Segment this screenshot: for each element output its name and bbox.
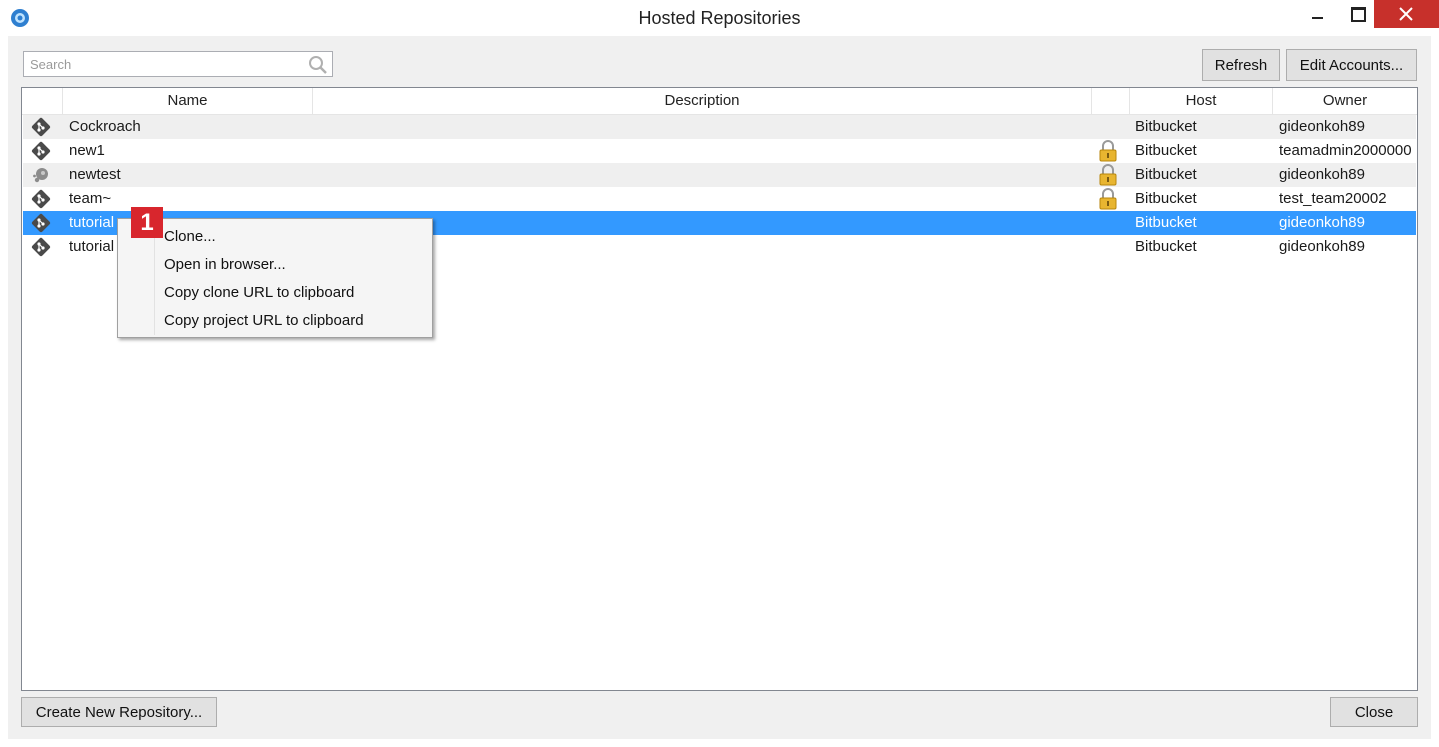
header-name[interactable]: Name xyxy=(63,88,313,114)
lock-icon xyxy=(1099,140,1117,162)
table-row[interactable]: newtest Bitbucket gideonkoh89 xyxy=(23,163,1416,187)
repo-owner: gideonkoh89 xyxy=(1279,118,1365,135)
close-button[interactable]: Close xyxy=(1330,697,1418,727)
title-bar: Hosted Repositories xyxy=(0,0,1439,36)
repo-owner: teamadmin2000000 xyxy=(1279,142,1412,159)
window-close-button[interactable] xyxy=(1374,0,1439,28)
lock-icon xyxy=(1099,188,1117,210)
minimize-button[interactable] xyxy=(1296,0,1340,28)
header-owner[interactable]: Owner xyxy=(1273,88,1417,114)
repo-owner: gideonkoh89 xyxy=(1279,166,1365,183)
git-icon xyxy=(31,117,51,137)
header-icon-column[interactable] xyxy=(22,88,63,114)
header-lock-column[interactable] xyxy=(1092,88,1130,114)
repo-host: Bitbucket xyxy=(1135,166,1197,183)
menu-item-clone[interactable]: Clone... xyxy=(120,223,430,251)
edit-accounts-button[interactable]: Edit Accounts... xyxy=(1286,49,1417,81)
window-title: Hosted Repositories xyxy=(638,8,801,28)
menu-item-open-in-browser[interactable]: Open in browser... xyxy=(120,251,430,279)
git-icon xyxy=(31,237,51,257)
context-menu: Clone... Open in browser... Copy clone U… xyxy=(117,218,433,338)
git-icon xyxy=(31,141,51,161)
git-icon xyxy=(31,189,51,209)
repo-owner: test_team20002 xyxy=(1279,190,1387,207)
repo-name: team~ xyxy=(69,190,112,207)
table-row[interactable]: team~ Bitbucket test_team20002 xyxy=(23,187,1416,211)
header-host[interactable]: Host xyxy=(1130,88,1273,114)
repo-host: Bitbucket xyxy=(1135,142,1197,159)
repo-owner: gideonkoh89 xyxy=(1279,214,1365,231)
menu-item-copy-clone-url[interactable]: Copy clone URL to clipboard xyxy=(120,279,430,307)
mercurial-icon xyxy=(33,168,48,183)
repo-host: Bitbucket xyxy=(1135,214,1197,231)
table-row[interactable]: new1 Bitbucket teamadmin2000000 xyxy=(23,139,1416,163)
search-icon xyxy=(309,56,327,74)
menu-item-copy-project-url[interactable]: Copy project URL to clipboard xyxy=(120,307,430,335)
list-header: Name Description Host Owner xyxy=(22,88,1417,115)
create-new-repository-button[interactable]: Create New Repository... xyxy=(21,697,217,727)
repo-host: Bitbucket xyxy=(1135,118,1197,135)
repo-host: Bitbucket xyxy=(1135,238,1197,255)
repo-host: Bitbucket xyxy=(1135,190,1197,207)
repo-name: Cockroach xyxy=(69,118,141,135)
search-input[interactable] xyxy=(24,52,316,76)
step-callout-badge: 1 xyxy=(131,207,163,238)
close-icon xyxy=(1399,7,1413,21)
repo-name: newtest xyxy=(69,166,121,183)
lock-icon xyxy=(1099,164,1117,186)
search-box[interactable] xyxy=(23,51,333,77)
repository-list[interactable]: Name Description Host Owner Cockroach Bi… xyxy=(21,87,1418,691)
table-row[interactable]: Cockroach Bitbucket gideonkoh89 xyxy=(23,115,1416,139)
repo-owner: gideonkoh89 xyxy=(1279,238,1365,255)
header-description[interactable]: Description xyxy=(313,88,1092,114)
repo-name: new1 xyxy=(69,142,105,159)
git-icon xyxy=(31,213,51,233)
maximize-icon xyxy=(1351,7,1366,22)
minimize-icon xyxy=(1312,17,1323,19)
refresh-button[interactable]: Refresh xyxy=(1202,49,1280,81)
